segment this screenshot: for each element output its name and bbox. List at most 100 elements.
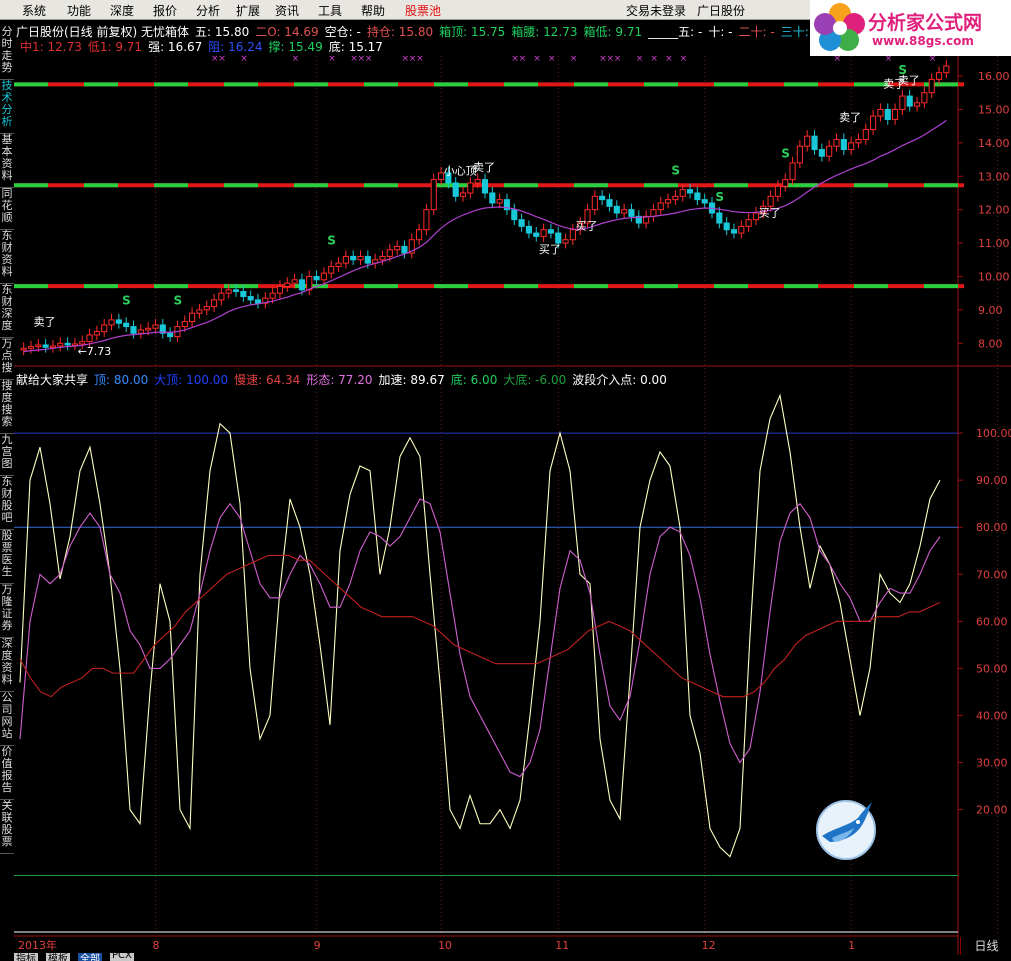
- candle-body: [496, 199, 503, 204]
- candle-body: [811, 135, 818, 151]
- candle-body: [518, 219, 525, 227]
- signal-label: 买了: [576, 220, 598, 233]
- marker-x: ×: [533, 54, 541, 64]
- candle-body: [562, 239, 569, 244]
- logo-url: www.88gs.com: [872, 34, 974, 48]
- period-day-label[interactable]: 日线: [960, 937, 1011, 955]
- marker-x: ×: [665, 54, 673, 64]
- header-field: 献给大家共享: [16, 373, 89, 387]
- candle-body: [20, 347, 27, 351]
- header-field: 慢速: 64.34: [234, 373, 301, 387]
- candle-body: [57, 342, 64, 347]
- candle-body: [870, 115, 877, 130]
- candle-body: [364, 255, 371, 264]
- flower-logo-icon: [814, 3, 865, 51]
- candle-body: [306, 275, 313, 291]
- s-mark: S: [173, 294, 182, 308]
- date-label: 8: [152, 939, 159, 952]
- signal-label: ←7.73: [78, 345, 112, 358]
- bird-logo-icon: [816, 800, 876, 860]
- candle-body: [423, 209, 430, 231]
- header-field: 箱低: 9.71: [583, 25, 643, 39]
- bottom-tab-0[interactable]: 指标: [14, 953, 38, 961]
- header-field: 大顶: 100.00: [154, 373, 229, 387]
- candle-body: [401, 245, 408, 254]
- indicator-header: 献给大家共享 顶: 80.00 大顶: 100.00 慢速: 64.34 形态: 77.…: [16, 371, 673, 388]
- y-tick-label: 12.00: [978, 204, 1010, 217]
- y-tick-label: 10.00: [978, 270, 1010, 283]
- candle-body: [606, 199, 613, 207]
- s-mark: S: [327, 233, 336, 247]
- candle-body: [818, 149, 825, 157]
- bottom-tab-2[interactable]: 全部: [78, 953, 102, 961]
- y-tick-label: 20.00: [976, 804, 1008, 817]
- bottom-tab-1[interactable]: 模板: [46, 953, 70, 961]
- header-field: 阻: 16.24: [208, 40, 263, 54]
- candle-body: [928, 78, 935, 94]
- bottom-tab-3[interactable]: PCX: [110, 953, 134, 961]
- header-field: 持仓: 15.80: [366, 25, 434, 39]
- candle-body: [921, 92, 928, 104]
- candle-body: [320, 272, 327, 281]
- candle-body: [247, 296, 254, 301]
- candle-body: [291, 279, 298, 284]
- bottom-tab-strip: 指标 模板 全部 PCX: [14, 953, 214, 961]
- y-tick-label: 16.00: [978, 70, 1010, 83]
- candle-body: [621, 209, 628, 214]
- candle-body: [49, 345, 57, 348]
- candle-body: [225, 289, 232, 294]
- candle-body: [130, 326, 137, 334]
- candle-body: [350, 255, 357, 261]
- candle-body: [101, 324, 108, 333]
- candle-body: [591, 195, 598, 211]
- candle-body: [452, 182, 459, 197]
- candle-body: [284, 282, 291, 288]
- marker-x: ×: [650, 54, 658, 64]
- marker-x: ×: [680, 54, 688, 64]
- marker-x: ×: [548, 54, 556, 64]
- candle-body: [386, 249, 393, 257]
- candle-body: [416, 229, 423, 241]
- header-field: 箱腰: 12.73: [511, 25, 578, 39]
- candle-body: [42, 344, 49, 348]
- candle-body: [79, 341, 86, 345]
- date-label: 1: [848, 939, 855, 952]
- y-tick-label: 8.00: [978, 337, 1003, 350]
- candle-body: [877, 108, 884, 117]
- logo-title: 分析家公式网: [868, 12, 983, 34]
- candle-body: [943, 65, 950, 74]
- candle-body: [672, 195, 679, 201]
- candle-body: [269, 292, 276, 299]
- header-field: 十: -: [708, 25, 733, 39]
- candle-body: [892, 108, 899, 120]
- y-tick-label: 60.00: [976, 615, 1008, 628]
- candle-body: [804, 135, 811, 147]
- marker-x: ×: [614, 54, 622, 64]
- y-tick-label: 11.00: [978, 237, 1010, 250]
- date-label: 10: [438, 939, 452, 952]
- s-mark: S: [781, 147, 790, 161]
- candle-body: [394, 245, 401, 251]
- candle-body: [196, 309, 203, 314]
- candle-body: [599, 195, 606, 201]
- candle-body: [64, 342, 71, 346]
- marker-x: ×: [365, 54, 373, 64]
- date-label: 9: [314, 939, 321, 952]
- candle-body: [93, 331, 100, 336]
- candle-body: [357, 255, 364, 261]
- header-field: 形态: 77.20: [306, 373, 373, 387]
- signal-label: 卖了: [473, 161, 495, 174]
- candle-body: [313, 275, 320, 281]
- header-field: 二十: -: [738, 25, 775, 39]
- y-tick-label: 13.00: [978, 170, 1010, 183]
- candle-body: [525, 225, 533, 234]
- candle-body: [613, 205, 620, 214]
- candle-body: [86, 334, 93, 343]
- candle-body: [665, 199, 672, 204]
- y-tick-label: 90.00: [976, 474, 1008, 487]
- y-tick-label: 50.00: [976, 662, 1008, 675]
- s-mark: S: [715, 190, 724, 204]
- candle-body: [547, 229, 554, 234]
- signal-label: 买了: [759, 206, 781, 219]
- candle-body: [745, 219, 752, 227]
